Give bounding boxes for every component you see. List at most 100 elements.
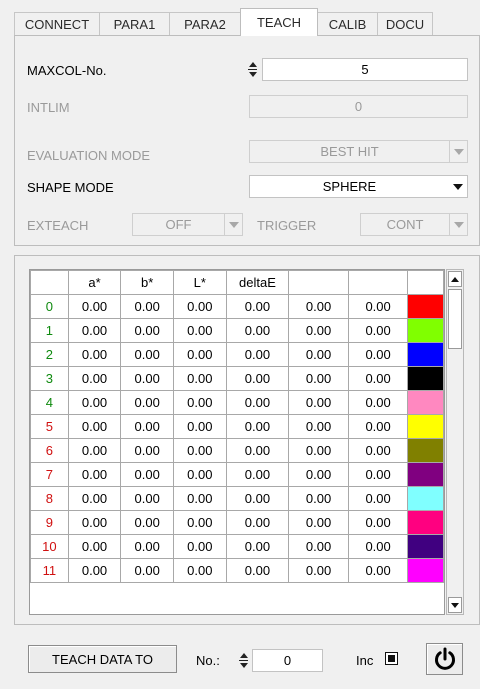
color-swatch[interactable]: [407, 366, 444, 391]
table-cell[interactable]: 0.00: [347, 510, 409, 535]
spin-up-icon[interactable]: [248, 62, 257, 67]
spin-up-icon[interactable]: [239, 653, 248, 658]
spin-down-icon[interactable]: [239, 663, 248, 668]
table-cell[interactable]: 0.00: [120, 510, 174, 535]
color-swatch[interactable]: [407, 294, 444, 319]
table-cell[interactable]: 0.00: [347, 342, 409, 367]
table-cell[interactable]: 0.00: [67, 366, 122, 391]
shape-mode-select[interactable]: SPHERE: [249, 175, 468, 198]
table-cell[interactable]: 0.00: [225, 510, 290, 535]
table-cell[interactable]: 0.00: [67, 510, 122, 535]
table-cell[interactable]: 0.00: [347, 486, 409, 511]
table-cell[interactable]: 0.00: [172, 390, 227, 415]
color-swatch[interactable]: [407, 390, 444, 415]
table-row[interactable]: 2 0.00 0.00 0.00 0.00 0.00 0.00: [30, 342, 444, 367]
table-cell[interactable]: 0.00: [288, 438, 349, 463]
table-cell[interactable]: 0.00: [172, 414, 227, 439]
table-cell[interactable]: 0.00: [120, 390, 174, 415]
table-cell[interactable]: 0.00: [67, 534, 122, 559]
color-swatch[interactable]: [407, 342, 444, 367]
tab-teach[interactable]: TEACH: [240, 8, 318, 36]
no-spinner[interactable]: [238, 649, 249, 672]
table-cell[interactable]: 0.00: [288, 414, 349, 439]
table-cell[interactable]: 0.00: [347, 414, 409, 439]
table-row[interactable]: 5 0.00 0.00 0.00 0.00 0.00 0.00: [30, 414, 444, 439]
scroll-thumb[interactable]: [448, 289, 462, 349]
color-swatch[interactable]: [407, 558, 444, 583]
no-input[interactable]: 0: [252, 649, 323, 672]
table-cell[interactable]: 0.00: [225, 294, 290, 319]
table-cell[interactable]: 0.00: [172, 366, 227, 391]
table-cell[interactable]: 0.00: [120, 486, 174, 511]
scroll-up-icon[interactable]: [448, 271, 462, 287]
table-cell[interactable]: 0.00: [347, 534, 409, 559]
table-row[interactable]: 7 0.00 0.00 0.00 0.00 0.00 0.00: [30, 462, 444, 487]
table-cell[interactable]: 0.00: [347, 462, 409, 487]
table-cell[interactable]: 0.00: [67, 390, 122, 415]
table-cell[interactable]: 0.00: [225, 438, 290, 463]
color-swatch[interactable]: [407, 438, 444, 463]
table-cell[interactable]: 0.00: [172, 342, 227, 367]
tab-para2[interactable]: PARA2: [169, 12, 241, 36]
table-cell[interactable]: 0.00: [225, 366, 290, 391]
table-cell[interactable]: 0.00: [67, 318, 122, 343]
table-cell[interactable]: 0.00: [347, 390, 409, 415]
table-row[interactable]: 6 0.00 0.00 0.00 0.00 0.00 0.00: [30, 438, 444, 463]
table-cell[interactable]: 0.00: [288, 390, 349, 415]
table-cell[interactable]: 0.00: [288, 366, 349, 391]
table-cell[interactable]: 0.00: [120, 462, 174, 487]
table-cell[interactable]: 0.00: [172, 534, 227, 559]
table-cell[interactable]: 0.00: [172, 318, 227, 343]
table-cell[interactable]: 0.00: [172, 438, 227, 463]
color-swatch[interactable]: [407, 414, 444, 439]
table-row[interactable]: 0 0.00 0.00 0.00 0.00 0.00 0.00: [30, 294, 444, 319]
color-swatch[interactable]: [407, 462, 444, 487]
table-cell[interactable]: 0.00: [172, 510, 227, 535]
table-cell[interactable]: 0.00: [225, 558, 290, 583]
table-cell[interactable]: 0.00: [120, 294, 174, 319]
table-cell[interactable]: 0.00: [225, 534, 290, 559]
table-cell[interactable]: 0.00: [288, 342, 349, 367]
table-cell[interactable]: 0.00: [225, 486, 290, 511]
tab-docu[interactable]: DOCU: [377, 12, 433, 36]
table-cell[interactable]: 0.00: [120, 318, 174, 343]
table-cell[interactable]: 0.00: [120, 342, 174, 367]
table-cell[interactable]: 0.00: [67, 342, 122, 367]
table-cell[interactable]: 0.00: [67, 558, 122, 583]
table-cell[interactable]: 0.00: [120, 438, 174, 463]
table-cell[interactable]: 0.00: [67, 486, 122, 511]
table-row[interactable]: 8 0.00 0.00 0.00 0.00 0.00 0.00: [30, 486, 444, 511]
table-cell[interactable]: 0.00: [120, 534, 174, 559]
table-cell[interactable]: 0.00: [67, 294, 122, 319]
table-row[interactable]: 11 0.00 0.00 0.00 0.00 0.00 0.00: [30, 558, 444, 583]
table-row[interactable]: 10 0.00 0.00 0.00 0.00 0.00 0.00: [30, 534, 444, 559]
color-swatch[interactable]: [407, 486, 444, 511]
table-cell[interactable]: 0.00: [347, 558, 409, 583]
table-cell[interactable]: 0.00: [172, 294, 227, 319]
table-scrollbar[interactable]: [446, 269, 464, 615]
table-cell[interactable]: 0.00: [347, 294, 409, 319]
table-cell[interactable]: 0.00: [288, 294, 349, 319]
table-cell[interactable]: 0.00: [347, 318, 409, 343]
table-cell[interactable]: 0.00: [120, 414, 174, 439]
table-cell[interactable]: 0.00: [288, 318, 349, 343]
tab-para1[interactable]: PARA1: [99, 12, 170, 36]
table-cell[interactable]: 0.00: [225, 462, 290, 487]
table-cell[interactable]: 0.00: [288, 462, 349, 487]
table-cell[interactable]: 0.00: [225, 342, 290, 367]
table-row[interactable]: 3 0.00 0.00 0.00 0.00 0.00 0.00: [30, 366, 444, 391]
inc-checkbox[interactable]: [385, 652, 398, 665]
table-cell[interactable]: 0.00: [288, 558, 349, 583]
table-cell[interactable]: 0.00: [67, 414, 122, 439]
table-cell[interactable]: 0.00: [225, 318, 290, 343]
teach-data-to-button[interactable]: TEACH DATA TO: [28, 645, 177, 673]
table-cell[interactable]: 0.00: [172, 558, 227, 583]
table-cell[interactable]: 0.00: [172, 462, 227, 487]
color-swatch[interactable]: [407, 510, 444, 535]
table-cell[interactable]: 0.00: [225, 414, 290, 439]
maxcol-input[interactable]: 5: [262, 58, 468, 81]
table-cell[interactable]: 0.00: [120, 558, 174, 583]
table-cell[interactable]: 0.00: [120, 366, 174, 391]
table-row[interactable]: 9 0.00 0.00 0.00 0.00 0.00 0.00: [30, 510, 444, 535]
spin-down-icon[interactable]: [248, 72, 257, 77]
